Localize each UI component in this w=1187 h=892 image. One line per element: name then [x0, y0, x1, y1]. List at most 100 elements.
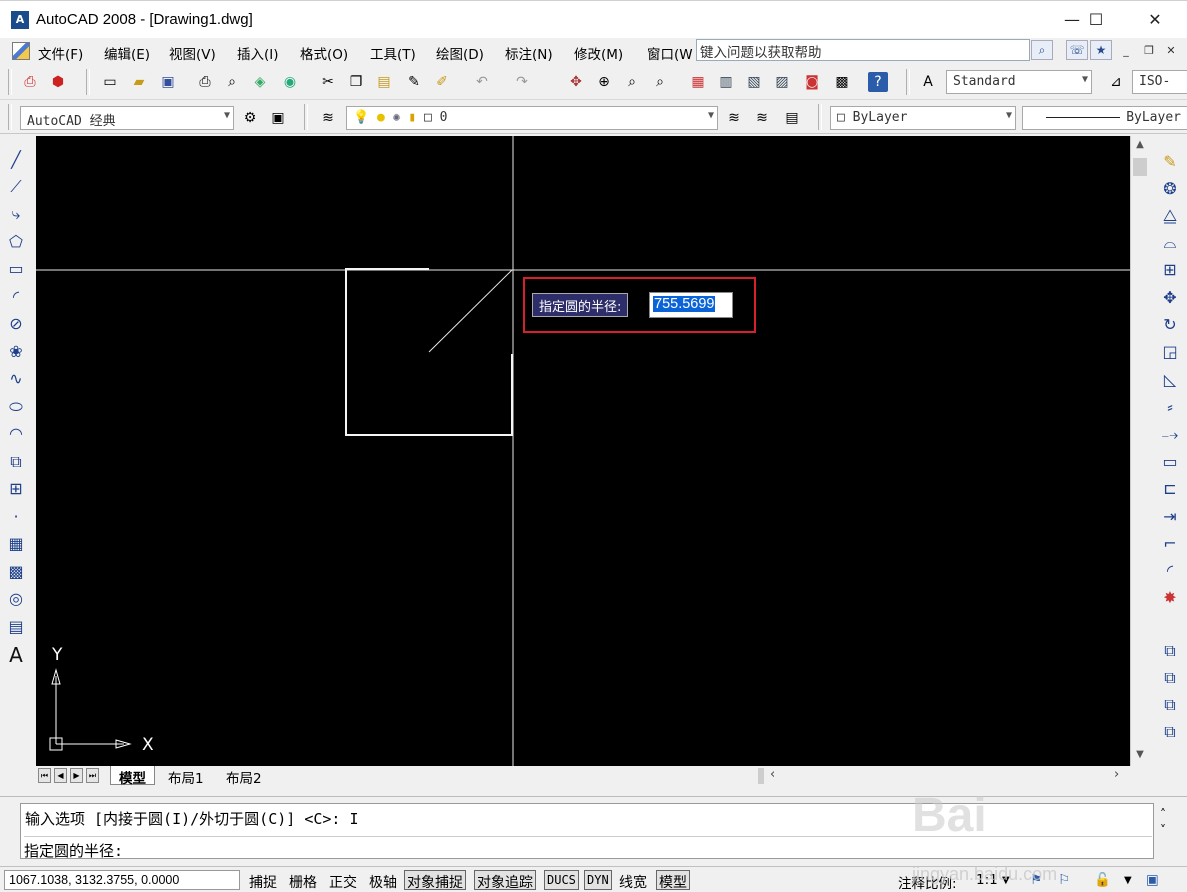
properties-icon[interactable]: ▦ [688, 72, 708, 92]
region-icon[interactable]: ◎ [4, 587, 28, 611]
menu-view[interactable]: 视图(V) [169, 43, 216, 63]
doc-restore-icon[interactable]: ❐ [1141, 44, 1157, 58]
offset-icon[interactable]: ⌓ [1158, 231, 1182, 255]
menu-tools[interactable]: 工具(T) [370, 43, 416, 63]
menu-dimension[interactable]: 标注(N) [505, 43, 553, 63]
toolbar-lock-icon[interactable]: 🔓 [1094, 872, 1111, 888]
tab-layout1[interactable]: 布局1 [160, 766, 212, 787]
make-block-icon[interactable]: ⊞ [4, 477, 28, 501]
spline-icon[interactable]: ∿ [4, 367, 28, 391]
toolbar-grip[interactable] [86, 69, 90, 95]
tool-palettes-icon[interactable]: ▧ [744, 72, 764, 92]
snap-toggle[interactable]: 捕捉 [246, 870, 280, 891]
menu-insert[interactable]: 插入(I) [237, 43, 279, 63]
polygon-icon[interactable]: ⬠ [4, 230, 28, 254]
erase-icon[interactable]: ✎ [1158, 150, 1182, 174]
array-icon[interactable]: ⊞ [1158, 258, 1182, 282]
explode-icon[interactable]: ✸ [1158, 586, 1182, 610]
horizontal-scrollbar[interactable]: ‹ › [722, 766, 1130, 786]
markup-icon[interactable]: ◙ [802, 72, 822, 92]
menu-modify[interactable]: 修改(M) [574, 43, 623, 63]
hscroll-grip[interactable] [758, 768, 764, 784]
scroll-thumb[interactable] [1133, 158, 1147, 176]
plot-preview-icon[interactable]: ⌕ [222, 72, 242, 92]
toolbar-grip[interactable] [818, 104, 822, 130]
insert-block-icon[interactable]: ⧉ [4, 450, 28, 474]
gradient-icon[interactable]: ▩ [4, 560, 28, 584]
fillet-icon[interactable]: ◜ [1158, 559, 1182, 583]
rotate-icon[interactable]: ↻ [1158, 313, 1182, 337]
auto-scale-icon[interactable]: ⚐ [1058, 872, 1070, 888]
maximize-button[interactable]: ☐ [1073, 1, 1119, 39]
save-workspace-icon[interactable]: ▣ [268, 108, 288, 128]
toolbar-grip[interactable] [8, 104, 12, 130]
text-style-icon[interactable]: A [918, 72, 938, 92]
line-icon[interactable]: ╱ [4, 148, 28, 172]
search-icon[interactable]: ⌕ [1031, 40, 1053, 60]
dim-style-select[interactable]: ISO- [1132, 70, 1187, 94]
point-icon[interactable]: · [4, 505, 28, 529]
layer-previous-icon[interactable]: ≋ [752, 108, 772, 128]
osnap-toggle[interactable]: 对象捕捉 [404, 870, 466, 891]
doc-close-icon[interactable]: ✕ [1163, 44, 1179, 58]
cmd-scroll-up-icon[interactable]: ˄ [1160, 807, 1166, 821]
menu-draw[interactable]: 绘图(D) [436, 43, 484, 63]
first-tab-icon[interactable]: ⏮ [38, 768, 51, 783]
cut-icon[interactable]: ✂ [318, 72, 338, 92]
toolbar-grip[interactable] [906, 69, 910, 95]
scroll-up-icon[interactable]: ▲ [1131, 136, 1149, 154]
draw-order-front-icon[interactable]: ⧉ [1158, 639, 1182, 663]
move-icon[interactable]: ✥ [1158, 286, 1182, 310]
menu-window[interactable]: 窗口(W [647, 43, 693, 63]
ortho-toggle[interactable]: 正交 [326, 870, 360, 891]
open-folder-icon[interactable]: ▰ [129, 72, 149, 92]
cmd-scroll-down-icon[interactable]: ˅ [1160, 823, 1166, 837]
doc-minimize-icon[interactable]: _ [1118, 44, 1134, 58]
chevron-down-icon[interactable]: ▼ [1124, 875, 1132, 886]
design-center-icon[interactable]: ▥ [716, 72, 736, 92]
last-tab-icon[interactable]: ⏭ [86, 768, 99, 783]
otrack-toggle[interactable]: 对象追踪 [474, 870, 536, 891]
linetype-select[interactable]: ByLayer [1022, 106, 1187, 130]
ellipse-arc-icon[interactable]: ◠ [4, 422, 28, 446]
menu-file[interactable]: 文件(F) [38, 43, 83, 63]
workspace-select[interactable]: AutoCAD 经典 ▼ [20, 106, 234, 130]
document-icon[interactable] [12, 42, 30, 60]
plot-icon[interactable]: ⎙ [195, 72, 215, 92]
workspace-settings-icon[interactable]: ⚙ [240, 108, 260, 128]
layer-select[interactable]: 💡 ● ✺ ▮ □ 0 ▼ [346, 106, 718, 130]
tab-layout2[interactable]: 布局2 [218, 766, 270, 787]
vertical-scrollbar[interactable]: ▲ ▼ [1130, 136, 1149, 766]
scroll-down-icon[interactable]: ▼ [1131, 746, 1149, 764]
polyline-icon[interactable]: ⤷ [4, 202, 28, 226]
scroll-left-icon[interactable]: ‹ [770, 767, 775, 782]
join-icon[interactable]: ⇥ [1158, 505, 1182, 529]
dyn-toggle[interactable]: DYN [584, 870, 612, 890]
text-style-select[interactable]: Standard ▼ [946, 70, 1092, 94]
send-under-icon[interactable]: ⧉ [1158, 720, 1182, 744]
match-properties-icon[interactable]: ✎ [404, 72, 424, 92]
chamfer-icon[interactable]: ⌐ [1158, 532, 1182, 556]
next-tab-icon[interactable]: ▶ [70, 768, 83, 783]
paste-icon[interactable]: ▤ [374, 72, 394, 92]
pan-icon[interactable]: ✥ [566, 72, 586, 92]
coordinate-readout[interactable]: 1067.1038, 3132.3755, 0.0000 [4, 870, 240, 890]
publish-icon[interactable]: ◈ [250, 72, 270, 92]
copy-object-icon[interactable]: ❂ [1158, 177, 1182, 201]
zoom-window-icon[interactable]: ⌕ [622, 72, 642, 92]
toolbar-grip[interactable] [304, 104, 308, 130]
close-button[interactable]: ✕ [1132, 1, 1178, 39]
calculator-icon[interactable]: ▩ [832, 72, 852, 92]
communication-center-icon[interactable]: ☏ [1066, 40, 1088, 60]
undo-icon[interactable]: ↶ [472, 72, 492, 92]
draw-order-back-icon[interactable]: ⧉ [1158, 666, 1182, 690]
dim-style-icon[interactable]: ⊿ [1106, 72, 1126, 92]
zoom-realtime-icon[interactable]: ⊕ [594, 72, 614, 92]
copy-icon[interactable]: ❐ [346, 72, 366, 92]
help-search-input[interactable]: 键入问题以获取帮助 [696, 39, 1030, 61]
3d-dwf-icon[interactable]: ◉ [280, 72, 300, 92]
drawing-canvas[interactable]: Y X [36, 136, 1130, 766]
ducs-toggle[interactable]: DUCS [544, 870, 579, 890]
scroll-right-icon[interactable]: › [1114, 767, 1119, 782]
clean-screen-icon[interactable]: ▣ [1146, 872, 1159, 888]
